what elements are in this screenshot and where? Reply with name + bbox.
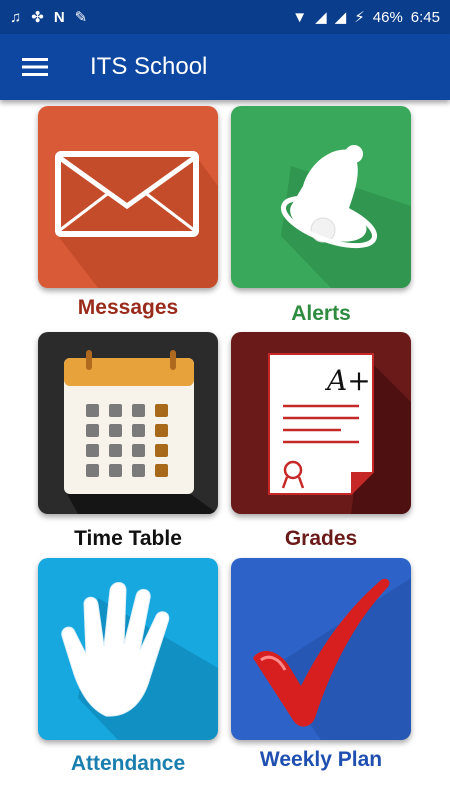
battery-charging-icon: ⚡ [354, 9, 365, 26]
wifi-icon: ▼ [292, 8, 308, 26]
envelope-icon [55, 151, 218, 288]
grade-paper-icon: A+ [268, 353, 411, 514]
signal-icon: ◢ [315, 9, 327, 26]
battery-percentage: 46% [372, 8, 403, 26]
calendar-icon [64, 350, 218, 514]
n-notification-icon: N [53, 8, 65, 26]
alerts-label: Alerts [291, 302, 351, 325]
bell-icon [280, 145, 411, 288]
weekly-plan-label: Weekly Plan [259, 748, 383, 771]
svg-text:A+: A+ [324, 364, 371, 397]
clock: 6:45 [410, 8, 440, 26]
music-note-icon: ♫ [10, 8, 22, 26]
status-notifications: ♫ ✤ N ✎ [10, 8, 88, 27]
time-table-label: Time Table [74, 527, 182, 550]
attendance-label: Attendance [70, 752, 186, 775]
checkmark-icon [253, 578, 411, 740]
grades-label: Grades [284, 527, 358, 550]
app-bar: ITS School [0, 34, 450, 100]
status-bar: ♫ ✤ N ✎ ▼ ◢ ◢ ⚡ 46% 6:45 [0, 0, 450, 34]
messages-label: Messages [77, 296, 179, 319]
hand-icon [61, 582, 218, 740]
menu-button[interactable] [0, 34, 70, 100]
hamburger-menu-icon [22, 58, 48, 76]
signal-icon-2: ◢ [334, 9, 347, 26]
silent-icon: ✎ [74, 9, 88, 26]
app-notification-icon: ✤ [31, 9, 44, 26]
page-title: ITS School [90, 53, 208, 80]
